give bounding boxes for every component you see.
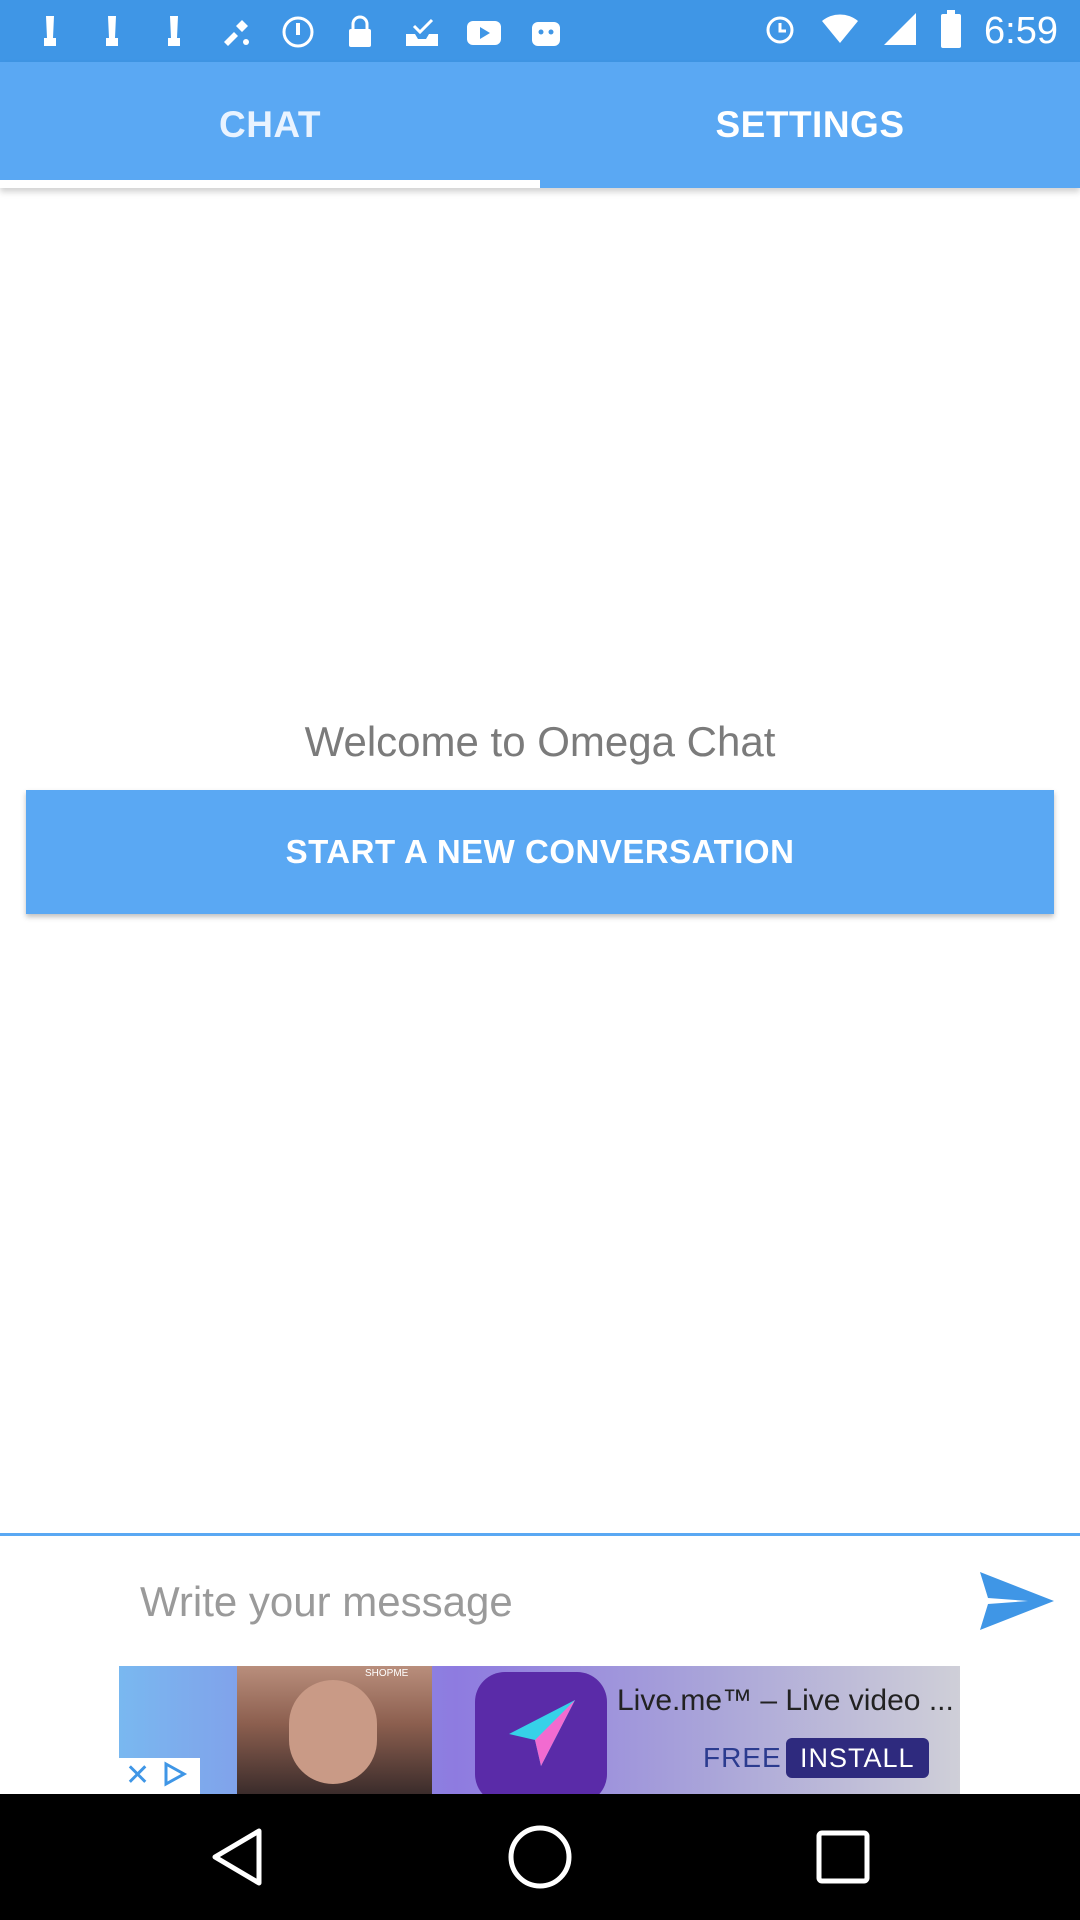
alarm-clock-icon	[278, 12, 318, 52]
welcome-text: Welcome to Omega Chat	[304, 718, 776, 765]
tab-selected-indicator	[0, 180, 540, 188]
notification-icon	[30, 12, 70, 52]
ad-install-button[interactable]: INSTALL	[786, 1738, 929, 1778]
tab-chat[interactable]: CHAT	[0, 62, 540, 188]
status-notification-icons	[30, 12, 566, 52]
back-icon[interactable]	[202, 1822, 272, 1892]
wifi-icon	[820, 11, 860, 52]
ad-free-label: FREE	[703, 1742, 782, 1773]
ad-close-controls: ✕	[119, 1758, 200, 1794]
ad-title: Live.me™ – Live video ...	[617, 1684, 954, 1717]
home-icon[interactable]	[505, 1822, 575, 1892]
ad-photo: SHOPME	[237, 1666, 432, 1794]
status-system-icons: 6:59	[762, 0, 1058, 62]
status-time: 6:59	[984, 9, 1058, 52]
ad-banner[interactable]: SHOPME Live.me™ – Live video ... FREE IN…	[119, 1666, 960, 1794]
youtube-icon	[464, 12, 504, 52]
notification-icon	[92, 12, 132, 52]
liveme-app-icon	[475, 1672, 607, 1794]
ad-photo-face	[289, 1680, 377, 1784]
send-icon[interactable]	[978, 1570, 1056, 1632]
notification-icon	[154, 12, 194, 52]
tab-settings[interactable]: SETTINGS	[540, 62, 1080, 188]
battery-icon	[940, 9, 962, 53]
tab-bar: CHAT SETTINGS	[0, 62, 1080, 188]
status-bar: 6:59	[0, 0, 1080, 62]
ad-choices-icon[interactable]	[160, 1760, 188, 1793]
start-new-conversation-button[interactable]: START A NEW CONVERSATION	[26, 790, 1054, 914]
navigation-bar	[0, 1794, 1080, 1920]
signal-icon	[882, 11, 918, 52]
android-robot-icon	[526, 12, 566, 52]
message-composer	[0, 1536, 1080, 1666]
alarm-icon	[762, 11, 798, 52]
inbox-check-icon	[402, 12, 442, 52]
fake-gps-icon	[216, 12, 256, 52]
recent-apps-icon[interactable]	[808, 1822, 878, 1892]
message-input[interactable]	[138, 1556, 962, 1648]
lock-icon	[340, 12, 380, 52]
ad-photo-tag: SHOPME	[365, 1668, 409, 1679]
ad-close-icon[interactable]: ✕	[125, 1761, 150, 1791]
